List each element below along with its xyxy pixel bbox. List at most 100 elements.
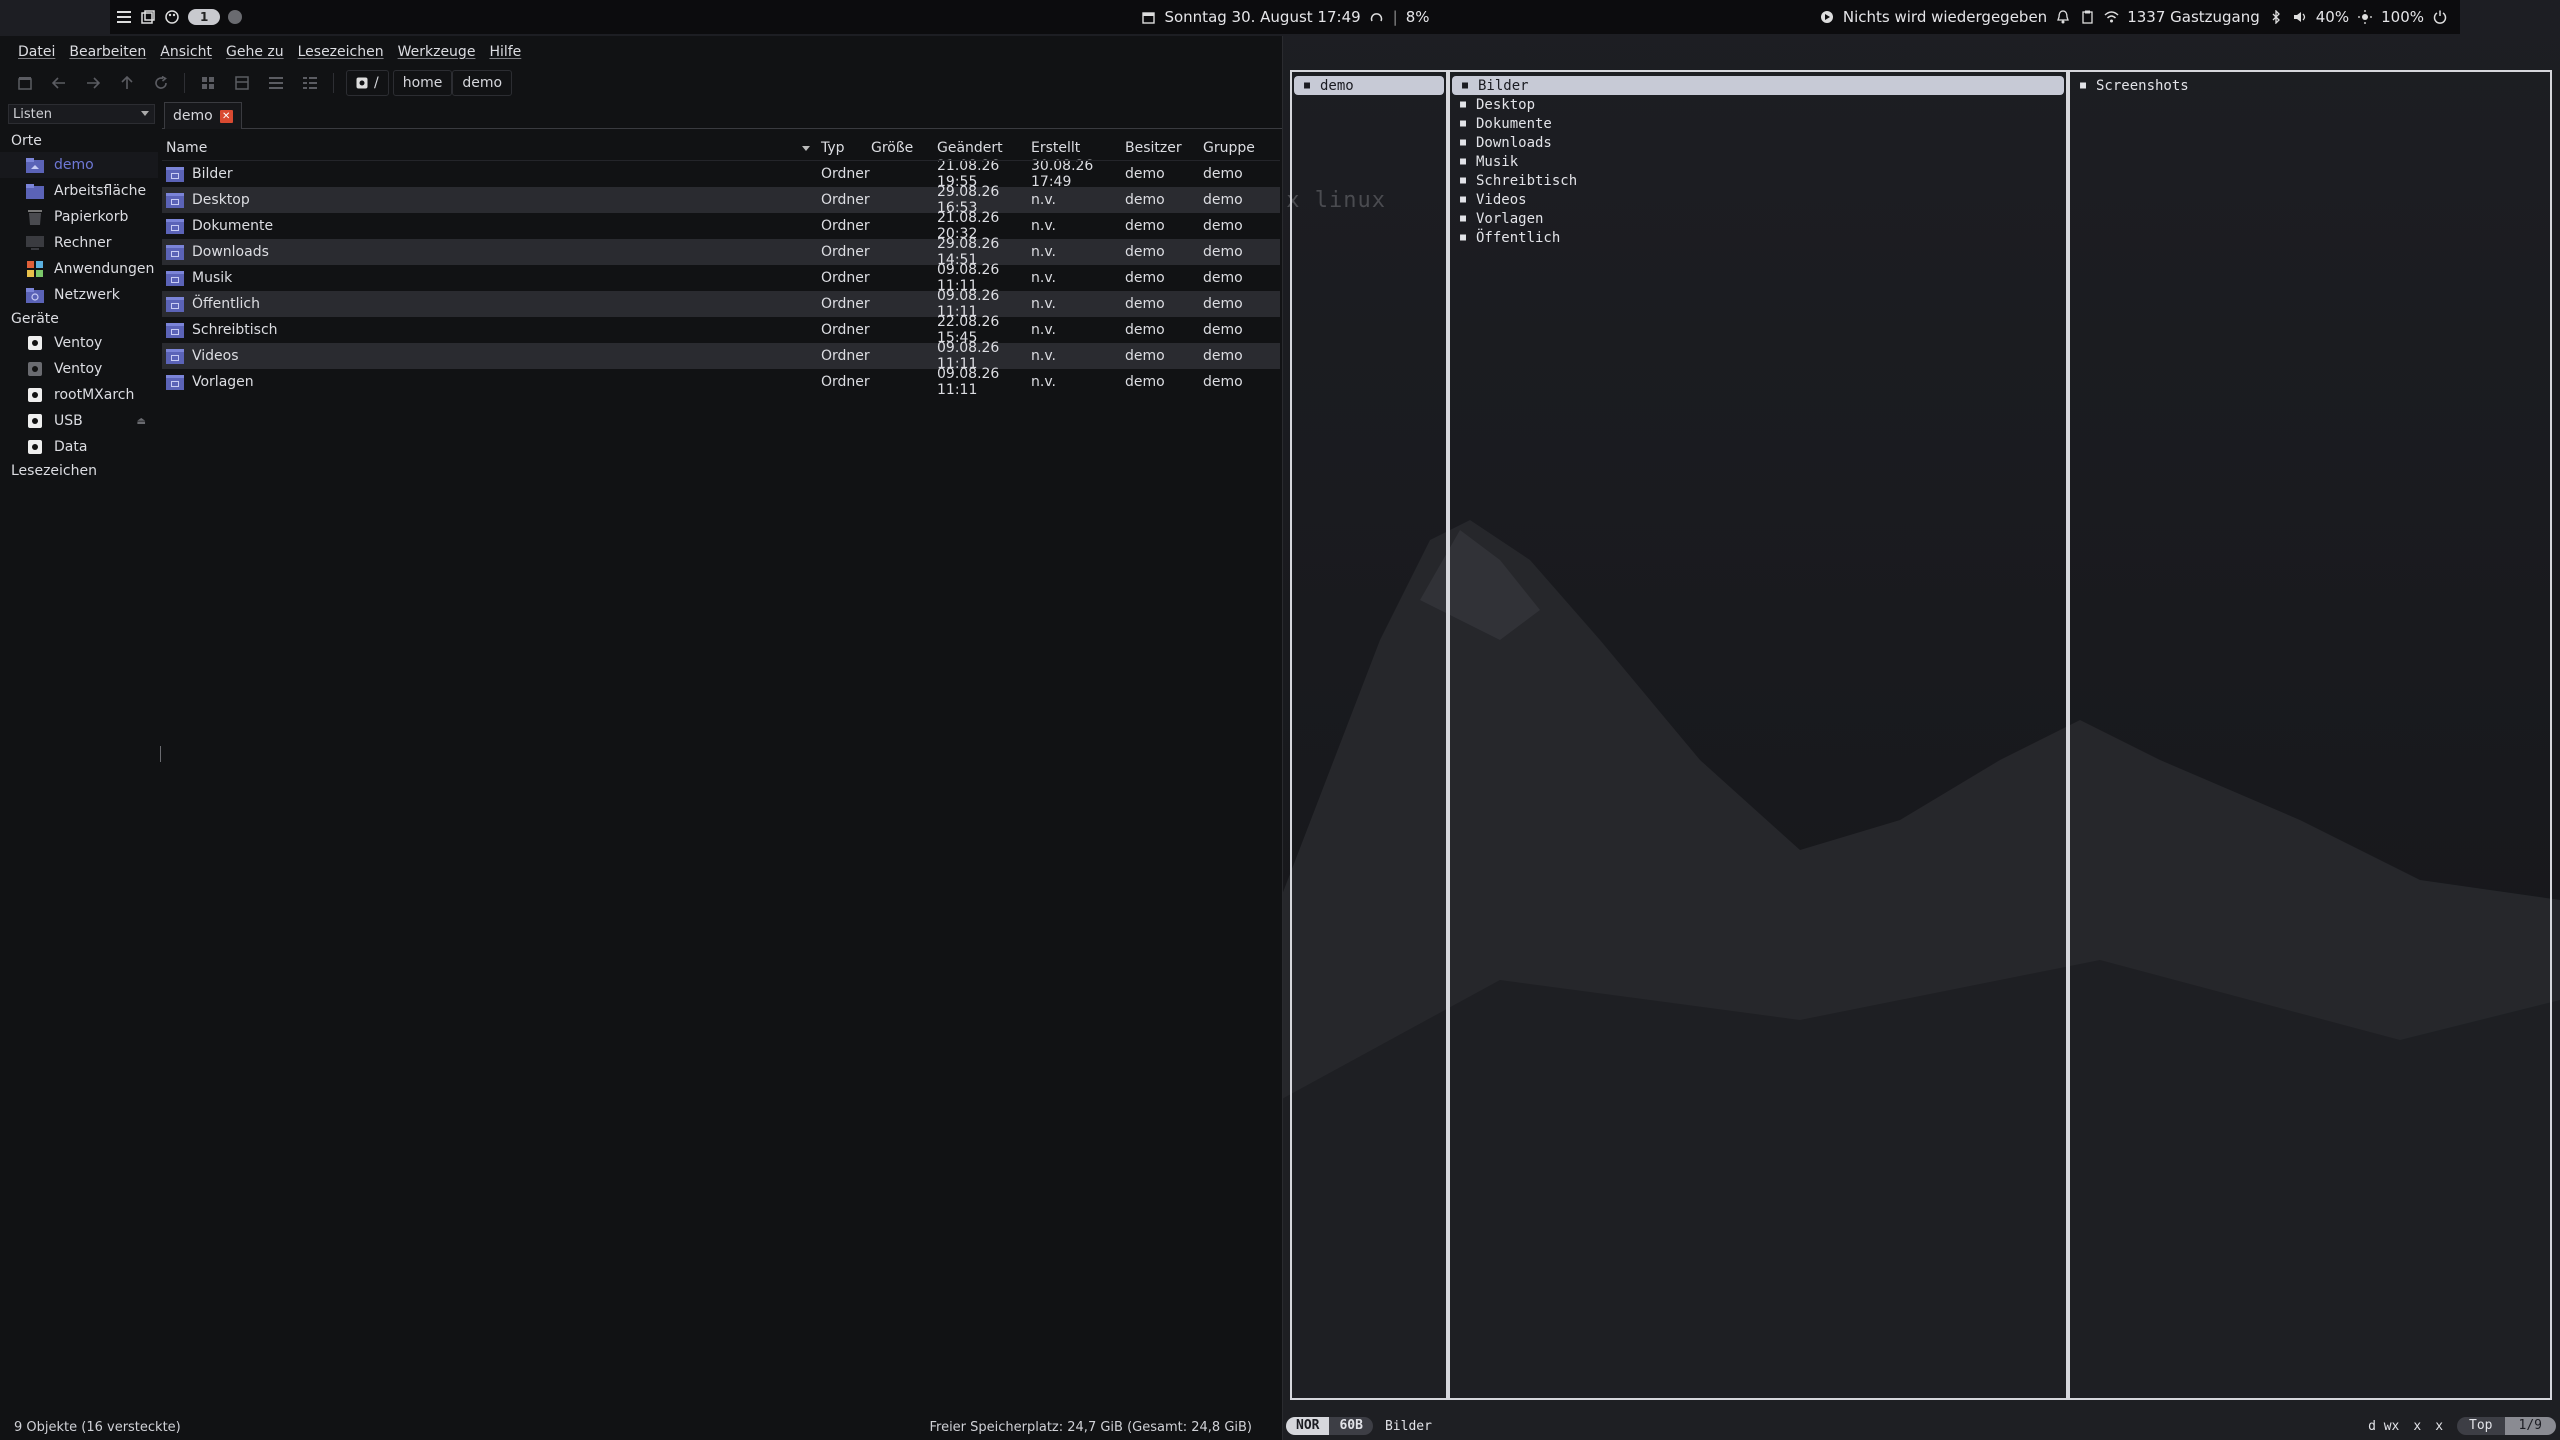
icon-view-button[interactable] (197, 72, 219, 94)
bell-icon[interactable] (2055, 9, 2071, 25)
ranger-entry[interactable]: ■ Dokumente (1450, 114, 2066, 133)
compact-view-button[interactable] (231, 72, 253, 94)
ranger-entry[interactable]: ■ Downloads (1450, 133, 2066, 152)
file-type-cell: Ordner (821, 244, 870, 260)
table-row[interactable]: Schreibtisch Ordner 22.08.26 15:45 n.v. demo… (162, 314, 1280, 346)
folder-icon (166, 166, 184, 182)
column-header-type[interactable]: Typ (817, 140, 867, 156)
volume-level[interactable]: 40% (2316, 8, 2349, 26)
column-header-owner[interactable]: Besitzer (1121, 140, 1199, 156)
column-header-size[interactable]: Größe (867, 140, 933, 156)
path-demo-button[interactable]: demo (452, 70, 513, 96)
ranger-entry[interactable]: ■ Desktop (1450, 95, 2066, 114)
new-window-button[interactable] (14, 72, 36, 94)
folder-icon (166, 322, 184, 338)
sidebar-item-rootmxarch[interactable]: rootMXarch (0, 382, 158, 408)
usb-drive-icon (26, 412, 44, 430)
table-row[interactable]: Öffentlich Ordner 09.08.26 11:11 n.v. demo de… (162, 288, 1280, 320)
detail-view-button[interactable] (299, 72, 321, 94)
trash-icon (26, 208, 44, 226)
ranger-entry[interactable]: ■ Bilder (1452, 76, 2064, 95)
table-row[interactable]: Downloads Ordner 29.08.26 14:51 n.v. demo dem… (162, 236, 1280, 268)
brightness-icon[interactable] (2357, 9, 2373, 25)
window-list-icon[interactable] (140, 9, 156, 25)
column-header-name[interactable]: Name (162, 140, 817, 156)
menu-werkzeuge[interactable]: Werkzeuge (398, 44, 476, 60)
clock[interactable]: Sonntag 30. August 17:49 (1164, 8, 1360, 26)
column-header-created[interactable]: Erstellt (1027, 140, 1121, 156)
file-created-cell: n.v. (1031, 244, 1056, 260)
path-root-button[interactable]: / (346, 70, 389, 96)
workspace-indicator[interactable]: 1 (188, 9, 221, 25)
table-row[interactable]: Desktop Ordner 29.08.26 16:53 n.v. demo demo (162, 184, 1280, 216)
menu-ansicht[interactable]: Ansicht (160, 44, 212, 60)
reload-button[interactable] (150, 72, 172, 94)
menu-hilfe[interactable]: Hilfe (489, 44, 521, 60)
ranger-entry[interactable]: ■ Musik (1450, 152, 2066, 171)
file-created-cell: n.v. (1031, 218, 1056, 234)
sidebar-item-label: Papierkorb (54, 209, 129, 225)
menu-lesezeichen[interactable]: Lesezeichen (298, 44, 384, 60)
eject-icon[interactable]: ⏏ (137, 416, 146, 427)
forward-button[interactable] (82, 72, 104, 94)
workspace-dot[interactable] (228, 10, 243, 24)
ranger-entry[interactable]: ■ demo (1294, 76, 1444, 95)
ranger-entry[interactable]: ■ Vorlagen (1450, 209, 2066, 228)
ranger-entry[interactable]: ■ Öffentlich (1450, 228, 2066, 247)
palette-icon[interactable] (164, 9, 180, 25)
menu-bearbeiten[interactable]: Bearbeiten (69, 44, 146, 60)
bluetooth-icon[interactable] (2268, 9, 2284, 25)
wifi-icon[interactable] (2103, 9, 2119, 25)
ranger-entry[interactable]: ■ Schreibtisch (1450, 171, 2066, 190)
power-icon[interactable] (2432, 9, 2448, 25)
network-name[interactable]: 1337 Gastzugang (2127, 8, 2260, 26)
file-group-cell: demo (1203, 322, 1243, 338)
file-name-cell: Downloads (162, 244, 817, 260)
table-row[interactable]: Videos Ordner 09.08.26 11:11 n.v. demo demo (162, 340, 1280, 372)
sidebar-item-data[interactable]: Data (0, 434, 158, 460)
table-row[interactable]: Bilder Ordner 21.08.26 19:55 30.08.26 17:49… (162, 158, 1280, 190)
up-button[interactable] (116, 72, 138, 94)
folder-icon: ■ (2079, 80, 2087, 91)
ranger-entry-name: Dokumente (1476, 115, 1552, 132)
sidebar-item-usb[interactable]: USB ⏏ (0, 408, 158, 434)
sidebar-item-arbeitsflaeche[interactable]: Arbeitsfläche (0, 178, 158, 204)
path-home-button[interactable]: home (392, 70, 453, 96)
sidebar-item-netzwerk[interactable]: Netzwerk (0, 282, 158, 308)
file-owner-cell: demo (1125, 296, 1165, 312)
sidebar-item-rechner[interactable]: Rechner (0, 230, 158, 256)
volume-icon[interactable] (2292, 9, 2308, 25)
ranger-position-badge: Top (2457, 1417, 2505, 1435)
menu-datei[interactable]: Datei (18, 44, 55, 60)
folder-emblem (171, 172, 179, 179)
media-status[interactable]: Nichts wird wiedergegeben (1843, 8, 2047, 26)
column-header-modified[interactable]: Geändert (933, 140, 1027, 156)
file-name: Bilder (192, 166, 233, 182)
clipboard-icon[interactable] (2079, 9, 2095, 25)
menu-icon[interactable] (116, 9, 132, 25)
close-icon[interactable]: ✕ (219, 109, 233, 123)
tab-demo[interactable]: demo ✕ (164, 102, 242, 129)
sidebar-item-label: Ventoy (54, 335, 103, 351)
column-header-group[interactable]: Gruppe (1199, 140, 1259, 156)
sidebar-item-anwendungen[interactable]: Anwendungen (0, 256, 158, 282)
sidebar-item-ventoy-2[interactable]: Ventoy (0, 356, 158, 382)
table-row[interactable]: Dokumente Ordner 21.08.26 20:32 n.v. demo dem… (162, 210, 1280, 242)
file-name: Downloads (192, 244, 269, 260)
table-row[interactable]: Musik Ordner 09.08.26 11:11 n.v. demo demo (162, 262, 1280, 294)
folder-icon (166, 192, 184, 208)
sidebar-item-papierkorb[interactable]: Papierkorb (0, 204, 158, 230)
back-button[interactable] (48, 72, 70, 94)
sort-descending-icon (802, 146, 810, 151)
file-group-cell: demo (1203, 218, 1243, 234)
brightness-level[interactable]: 100% (2381, 8, 2424, 26)
sidebar-item-ventoy[interactable]: Ventoy (0, 330, 158, 356)
ranger-entry[interactable]: ■ Screenshots (2070, 76, 2550, 95)
list-view-button[interactable] (265, 72, 287, 94)
sidebar-mode-select[interactable]: Listen (8, 104, 155, 124)
ranger-entry[interactable]: ■ Videos (1450, 190, 2066, 209)
file-name: Dokumente (192, 218, 274, 234)
menu-gehe-zu[interactable]: Gehe zu (226, 44, 284, 60)
table-row[interactable]: Vorlagen Ordner 09.08.26 11:11 n.v. demo demo (162, 366, 1280, 398)
sidebar-item-demo[interactable]: demo (0, 152, 158, 178)
